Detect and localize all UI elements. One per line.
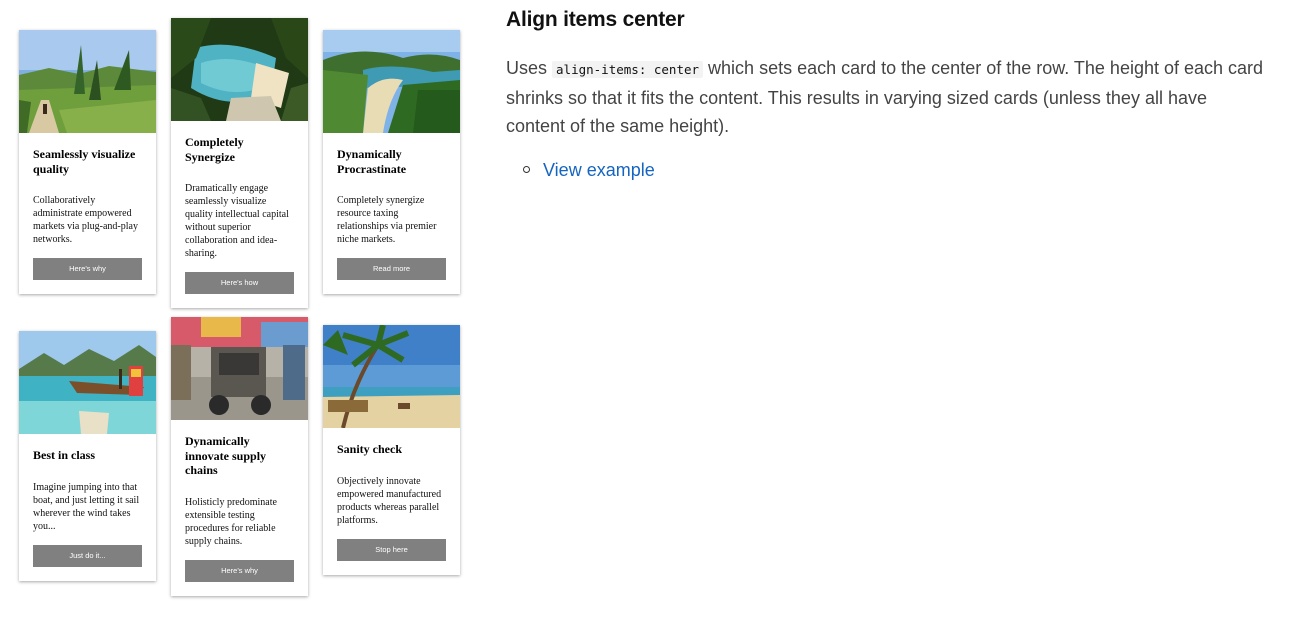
card-text: Objectively innovate empowered manufactu…: [337, 475, 442, 526]
card-title: Dynamically Procrastinate: [337, 147, 407, 176]
card-title: Dynamically innovate supply chains: [185, 434, 267, 477]
inline-code: align-items: center: [552, 61, 704, 78]
card-title: Sanity check: [337, 442, 403, 456]
card-title: Seamlessly visualize quality: [33, 147, 136, 176]
card-body: Seamlessly visualize quality Collaborati…: [19, 133, 156, 294]
section-description: Uses align-items: center which sets each…: [506, 54, 1266, 140]
card-title: Best in class: [33, 448, 96, 462]
card-title: Completely Synergize: [185, 135, 244, 164]
card-image: [171, 18, 308, 121]
card-1: Seamlessly visualize quality Collaborati…: [19, 30, 156, 294]
heres-why-button[interactable]: Here's why: [185, 559, 294, 582]
card-text: Collaboratively administrate empowered m…: [33, 195, 138, 245]
card-image: [171, 317, 308, 420]
card-body: Completely Synergize Dramatically engage…: [171, 121, 308, 308]
card-body: Best in class Imagine jumping into that …: [19, 434, 156, 581]
read-more-button[interactable]: Read more: [337, 258, 446, 280]
heres-why-button[interactable]: Here's why: [33, 258, 142, 280]
card-text: Dramatically engage seamlessly visualize…: [185, 183, 289, 259]
card-2: Completely Synergize Dramatically engage…: [171, 18, 308, 308]
view-example-link[interactable]: View example: [543, 160, 655, 180]
just-do-it-button[interactable]: Just do it...: [33, 544, 142, 567]
heres-how-button[interactable]: Here's how: [185, 272, 294, 294]
card-text: Completely synergize resource taxing rel…: [337, 195, 437, 245]
example-links: View example: [522, 156, 655, 184]
stop-here-button[interactable]: Stop here: [337, 538, 446, 561]
card-image: [19, 331, 156, 434]
card-body: Dynamically innovate supply chains Holis…: [171, 420, 308, 596]
description-prefix: Uses: [506, 58, 548, 78]
card-image: [323, 30, 460, 133]
card-3: Dynamically Procrastinate Completely syn…: [323, 30, 460, 294]
circle-bullet-icon: [523, 166, 530, 173]
card-image: [19, 30, 156, 133]
section-title: Align items center: [506, 8, 685, 31]
card-image: [323, 325, 460, 428]
card-4: Best in class Imagine jumping into that …: [19, 331, 156, 581]
card-text: Holisticly predominate extensible testin…: [185, 496, 277, 547]
card-6: Sanity check Objectively innovate empowe…: [323, 325, 460, 575]
card-body: Sanity check Objectively innovate empowe…: [323, 428, 460, 575]
card-body: Dynamically Procrastinate Completely syn…: [323, 133, 460, 294]
card-5: Dynamically innovate supply chains Holis…: [171, 317, 308, 596]
list-item: View example: [522, 156, 655, 184]
card-text: Imagine jumping into that boat, and just…: [33, 481, 140, 532]
